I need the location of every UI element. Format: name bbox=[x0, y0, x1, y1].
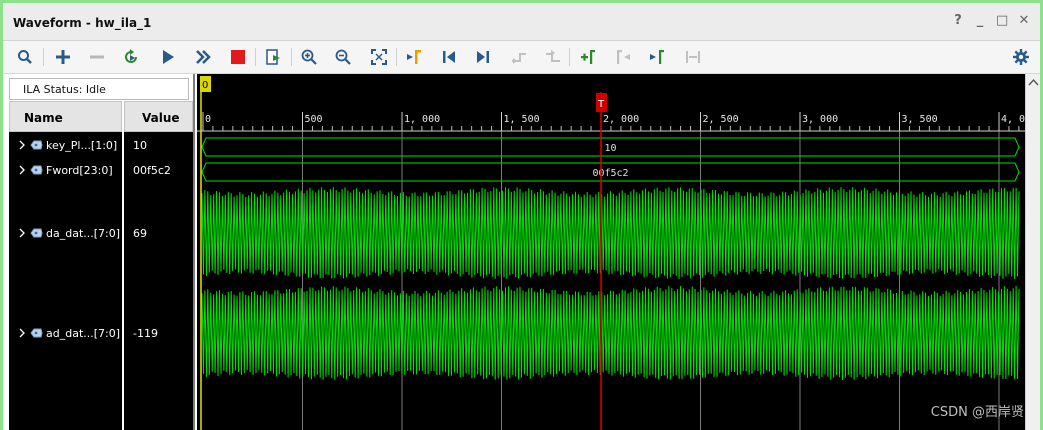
prev-transition-icon[interactable] bbox=[509, 47, 529, 67]
minimize-icon[interactable]: _ bbox=[974, 13, 986, 28]
remove-icon[interactable] bbox=[87, 47, 107, 67]
add-marker-icon[interactable] bbox=[578, 47, 598, 67]
signal-value: 69 bbox=[133, 227, 147, 240]
ruler-tick-label: 2, 500 bbox=[703, 114, 739, 125]
vertical-scrollbar[interactable] bbox=[1025, 74, 1040, 430]
scroll-up-icon[interactable] bbox=[1028, 78, 1039, 86]
ruler-tick-label: 4, 00 bbox=[1001, 114, 1025, 125]
signal-value: 10 bbox=[133, 139, 147, 152]
run-immediate-icon[interactable] bbox=[193, 47, 213, 67]
wave-da-data bbox=[201, 187, 1020, 280]
waveform-window: Waveform - hw_ila_1 ? _ □ ✕ ILA Status: … bbox=[0, 0, 1043, 430]
help-icon[interactable]: ? bbox=[952, 13, 964, 28]
ruler-tick-label: 3, 500 bbox=[902, 114, 938, 125]
watermark: CSDN @西岸贤 bbox=[930, 405, 1024, 420]
wave-ad-data bbox=[201, 285, 1020, 381]
gear-icon[interactable] bbox=[1012, 48, 1030, 66]
refresh-run-icon[interactable] bbox=[121, 47, 141, 67]
ruler-tick-label: 0 bbox=[205, 114, 211, 125]
add-icon[interactable] bbox=[53, 47, 73, 67]
search-icon[interactable] bbox=[15, 47, 35, 67]
signal-panel: ILA Status: Idle Name Value key_Pl...[1:… bbox=[3, 74, 195, 430]
bus-icon bbox=[30, 140, 43, 150]
goto-start-icon[interactable] bbox=[439, 47, 459, 67]
trigger-label: T bbox=[597, 99, 605, 110]
bus-icon bbox=[30, 228, 43, 238]
swap-cursors-icon[interactable] bbox=[683, 47, 703, 67]
signal-name: da_dat...[7:0] bbox=[46, 227, 121, 240]
bus-icon bbox=[30, 328, 43, 338]
close-icon[interactable]: ✕ bbox=[1018, 13, 1030, 28]
stop-icon[interactable] bbox=[228, 47, 248, 67]
ruler-tick-label: 1, 500 bbox=[504, 114, 540, 125]
bus-fword-label: 00f5c2 bbox=[592, 168, 628, 179]
goto-cursor-icon[interactable] bbox=[404, 47, 424, 67]
toolbar bbox=[3, 41, 1040, 74]
ruler-tick-label: 1, 000 bbox=[404, 114, 440, 125]
window-controls: ? _ □ ✕ bbox=[952, 13, 1030, 28]
title-bar: Waveform - hw_ila_1 ? _ □ ✕ bbox=[3, 3, 1040, 41]
window-title: Waveform - hw_ila_1 bbox=[13, 16, 152, 30]
chevron-right-icon[interactable] bbox=[17, 139, 27, 151]
next-transition-icon[interactable] bbox=[543, 47, 563, 67]
signal-value: 00f5c2 bbox=[133, 164, 171, 177]
waveform-canvas[interactable]: 0 500 1, 000 1, 500 2, 000 2, 500 3, 000 3, 500… bbox=[197, 74, 1025, 430]
value-column-header[interactable]: Value bbox=[124, 101, 193, 132]
signal-name: Fword[23:0] bbox=[46, 164, 113, 177]
signal-value: -119 bbox=[133, 327, 158, 340]
signal-name: ad_dat...[7:0] bbox=[46, 327, 121, 340]
name-column-header[interactable]: Name bbox=[9, 101, 122, 132]
next-marker-icon[interactable] bbox=[647, 47, 667, 67]
signal-row-fword[interactable]: Fword[23:0] bbox=[9, 161, 122, 181]
start-marker-label: 0 bbox=[202, 80, 208, 91]
export-icon[interactable] bbox=[263, 47, 283, 67]
chevron-right-icon[interactable] bbox=[17, 227, 27, 239]
restore-icon[interactable]: □ bbox=[996, 13, 1008, 28]
signal-names-list: key_Pl...[1:0] Fword[23:0] da_dat...[7:0… bbox=[9, 132, 122, 430]
zoom-in-icon[interactable] bbox=[299, 47, 319, 67]
goto-end-icon[interactable] bbox=[473, 47, 493, 67]
signal-row-key[interactable]: key_Pl...[1:0] bbox=[9, 136, 122, 156]
ruler-tick-label: 500 bbox=[305, 114, 323, 125]
signal-row-da-data[interactable]: da_dat...[7:0] bbox=[9, 224, 122, 244]
zoom-out-icon[interactable] bbox=[333, 47, 353, 67]
prev-marker-icon[interactable] bbox=[613, 47, 633, 67]
bus-icon bbox=[30, 165, 43, 175]
zoom-fit-icon[interactable] bbox=[369, 47, 389, 67]
ruler-tick-label: 3, 000 bbox=[802, 114, 838, 125]
signal-values-list: 10 00f5c2 69 -119 bbox=[124, 132, 193, 430]
chevron-right-icon[interactable] bbox=[17, 327, 27, 339]
chevron-right-icon[interactable] bbox=[17, 164, 27, 176]
run-trigger-icon[interactable] bbox=[158, 47, 178, 67]
signal-row-ad-data[interactable]: ad_dat...[7:0] bbox=[9, 324, 122, 344]
bus-key-label: 10 bbox=[604, 143, 616, 154]
ila-status: ILA Status: Idle bbox=[9, 78, 189, 100]
ruler-tick-label: 2, 000 bbox=[603, 114, 639, 125]
waveform-svg[interactable]: 0 500 1, 000 1, 500 2, 000 2, 500 3, 000 3, 500… bbox=[197, 74, 1025, 430]
signal-name: key_Pl...[1:0] bbox=[46, 139, 118, 152]
